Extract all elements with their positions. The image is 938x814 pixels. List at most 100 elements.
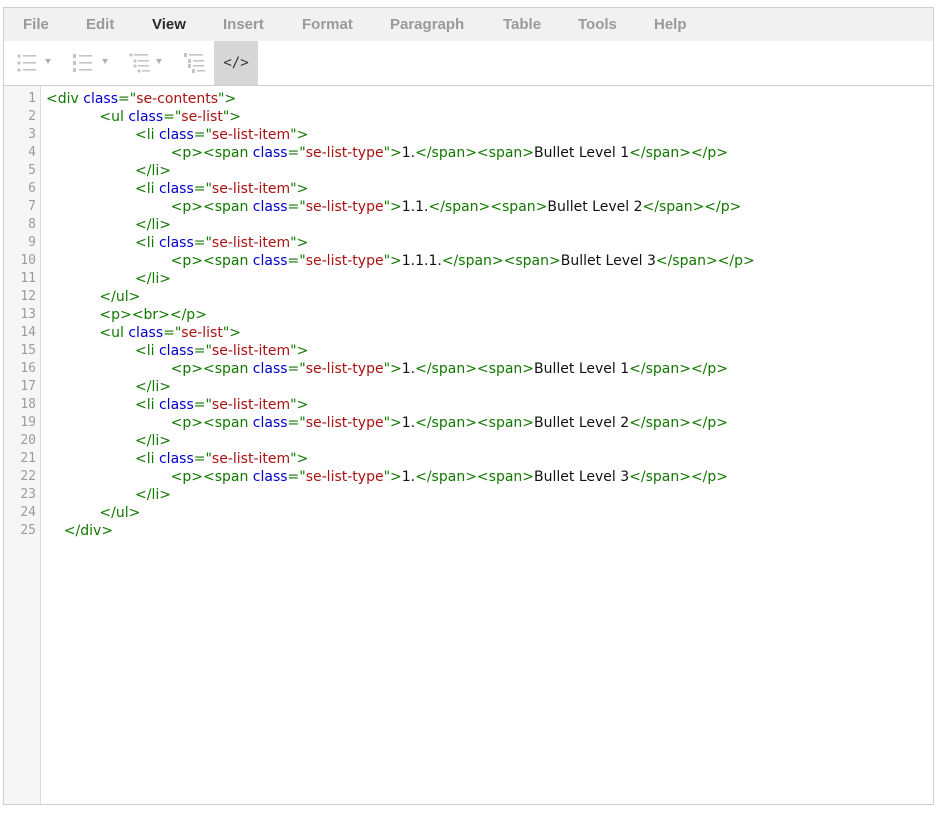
code-token: Bullet Level 3 bbox=[534, 469, 630, 485]
code-token: </span></p> bbox=[629, 361, 729, 377]
code-token: class bbox=[83, 91, 119, 107]
code-token: </li> bbox=[135, 163, 171, 179]
line-number: 7 bbox=[28, 199, 36, 214]
code-token: <p><span bbox=[170, 253, 253, 269]
code-token: <li bbox=[135, 235, 159, 251]
numbered-multilevel-list-button[interactable] bbox=[178, 41, 212, 85]
code-token: class bbox=[158, 235, 194, 251]
code-token: =" bbox=[287, 145, 306, 161]
code-line: <p><span class="se-list-type">1.1.1.</sp… bbox=[46, 252, 755, 270]
code-token: </span><span> bbox=[415, 469, 535, 485]
code-line: </li> bbox=[46, 162, 171, 180]
code-line: </ul> bbox=[46, 504, 140, 522]
code-token: =" bbox=[193, 343, 212, 359]
code-token: "> bbox=[383, 253, 402, 269]
line-number: 9 bbox=[28, 235, 36, 250]
code-token: </li> bbox=[135, 271, 171, 287]
code-token: "> bbox=[383, 199, 402, 215]
code-token: Bullet Level 2 bbox=[547, 199, 643, 215]
code-token: class bbox=[128, 325, 164, 341]
code-token: se-list-item bbox=[211, 235, 291, 251]
code-token: se-list-item bbox=[211, 181, 291, 197]
code-token: </span></p> bbox=[655, 253, 755, 269]
code-token: "> bbox=[290, 343, 309, 359]
code-token: class bbox=[252, 199, 288, 215]
multilevel-list-button[interactable] bbox=[122, 41, 168, 85]
line-number: 4 bbox=[28, 145, 36, 160]
code-token: </span><span> bbox=[441, 253, 561, 269]
menu-paragraph[interactable]: Paragraph bbox=[390, 8, 464, 41]
line-number: 18 bbox=[20, 397, 36, 412]
code-token: class bbox=[252, 145, 288, 161]
code-line: <p><span class="se-list-type">1.</span><… bbox=[46, 414, 728, 432]
line-number: 6 bbox=[28, 181, 36, 196]
line-number: 2 bbox=[28, 109, 36, 124]
code-token: </span></p> bbox=[629, 145, 729, 161]
code-token: se-list-type bbox=[305, 415, 384, 431]
code-line: <li class="se-list-item"> bbox=[46, 126, 308, 144]
code-token: "> bbox=[222, 109, 241, 125]
line-number: 17 bbox=[20, 379, 36, 394]
code-line: </li> bbox=[46, 270, 171, 288]
bullet-list-icon bbox=[17, 54, 36, 72]
line-number: 5 bbox=[28, 163, 36, 178]
source-code-editor[interactable]: <div class="se-contents"> <ul class="se-… bbox=[40, 86, 933, 804]
code-token: <p><span bbox=[170, 145, 253, 161]
code-token: =" bbox=[287, 415, 306, 431]
code-token: =" bbox=[193, 235, 212, 251]
code-view-icon: </> bbox=[223, 55, 249, 71]
code-token: se-list bbox=[181, 109, 223, 125]
code-token: 1. bbox=[401, 469, 416, 485]
line-number: 24 bbox=[20, 505, 36, 520]
code-line: <div class="se-contents"> bbox=[46, 90, 236, 108]
menu-tools[interactable]: Tools bbox=[578, 8, 617, 41]
code-token: =" bbox=[287, 253, 306, 269]
menu-insert[interactable]: Insert bbox=[223, 8, 264, 41]
code-token: <li bbox=[135, 127, 159, 143]
code-token: 1. bbox=[401, 415, 416, 431]
menu-view[interactable]: View bbox=[152, 8, 186, 41]
code-token: </span><span> bbox=[415, 145, 535, 161]
code-token: </ul> bbox=[99, 289, 141, 305]
code-token: <li bbox=[135, 451, 159, 467]
code-token: =" bbox=[163, 325, 182, 341]
menu-format[interactable]: Format bbox=[302, 8, 353, 41]
menu-edit[interactable]: Edit bbox=[86, 8, 114, 41]
code-token: <ul bbox=[99, 109, 129, 125]
code-token: class bbox=[158, 397, 194, 413]
code-token: se-list-type bbox=[305, 145, 384, 161]
code-view-pane[interactable]: 1 2 3 4 5 6 7 8 9 10 11 12 13 14 15 16 17 18 19 20 21 22 23 24 2… bbox=[4, 86, 933, 804]
code-token: </ul> bbox=[99, 505, 141, 521]
menu-file[interactable]: File bbox=[23, 8, 49, 41]
code-view-button[interactable]: </> bbox=[214, 41, 258, 85]
bullet-list-button[interactable] bbox=[10, 41, 54, 85]
code-token: class bbox=[158, 127, 194, 143]
code-line: <p><span class="se-list-type">1.1.</span… bbox=[46, 198, 742, 216]
multilevel-list-icon bbox=[129, 53, 150, 73]
menu-table[interactable]: Table bbox=[503, 8, 541, 41]
numbered-list-button[interactable] bbox=[66, 41, 112, 85]
code-token: =" bbox=[193, 181, 212, 197]
line-number: 19 bbox=[20, 415, 36, 430]
menu-help[interactable]: Help bbox=[654, 8, 687, 41]
code-token: </span><span> bbox=[415, 361, 535, 377]
code-line: <li class="se-list-item"> bbox=[46, 450, 308, 468]
code-line: <p><br></p> bbox=[46, 306, 207, 324]
code-token: =" bbox=[118, 91, 137, 107]
code-token: class bbox=[128, 109, 164, 125]
code-token: =" bbox=[287, 361, 306, 377]
code-token: se-list-item bbox=[211, 127, 291, 143]
